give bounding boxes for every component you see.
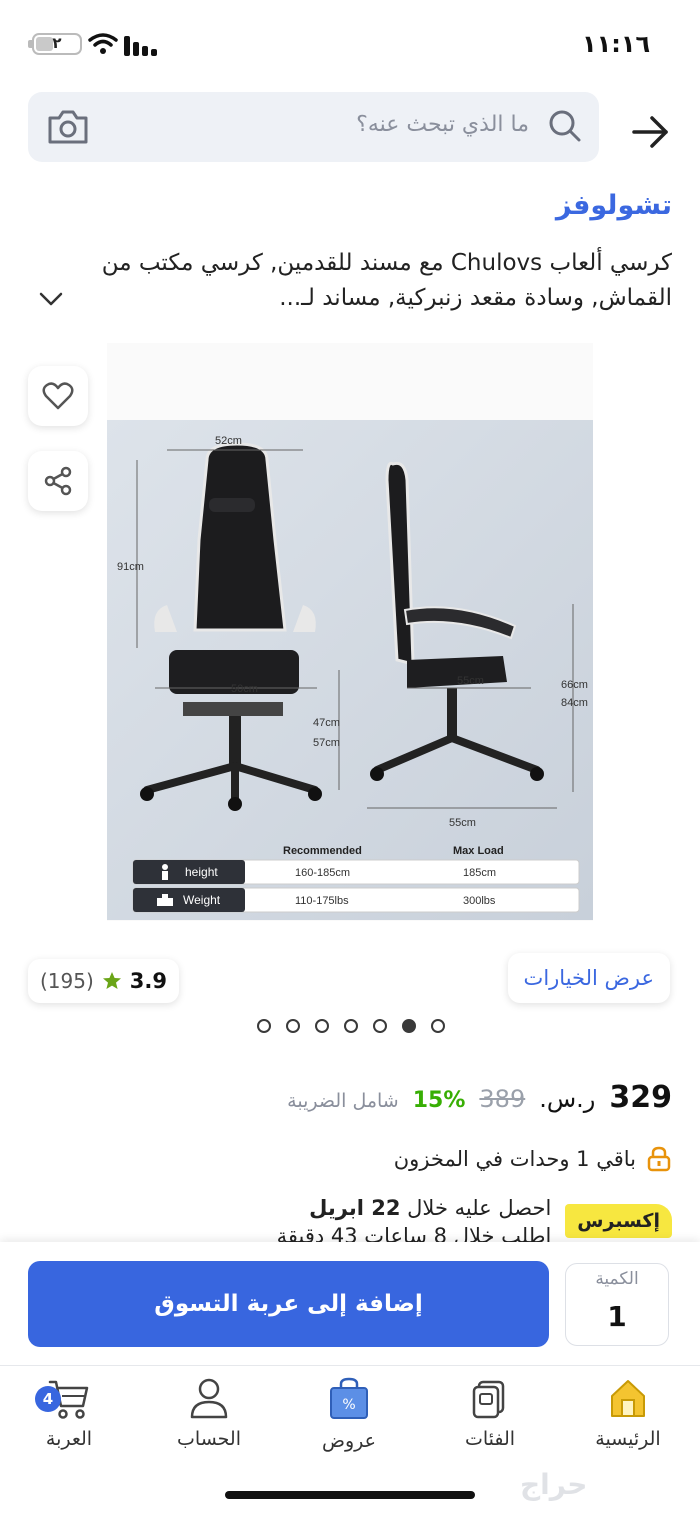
person-icon xyxy=(162,864,168,880)
dim-seat-height-top: 47cm xyxy=(313,717,340,729)
dim-total-height-top: 66cm xyxy=(561,679,588,691)
chair-side-illustration xyxy=(370,461,544,781)
gallery-dot[interactable] xyxy=(286,1019,300,1033)
heart-icon xyxy=(42,382,74,410)
tab-home[interactable]: الرئيسية xyxy=(568,1376,688,1450)
svg-text:%: % xyxy=(342,1397,355,1413)
dim-height-label: 91cm xyxy=(117,561,144,573)
discount-badge: 15% xyxy=(412,1088,466,1113)
currency: ر.س. xyxy=(539,1085,596,1113)
vat-note: شامل الضريبة xyxy=(287,1090,399,1112)
show-options-button[interactable]: عرض الخيارات xyxy=(507,953,670,1003)
chair-front-illustration xyxy=(140,442,322,811)
gallery-dot[interactable] xyxy=(431,1019,445,1033)
watermark: حراج xyxy=(520,1468,588,1501)
tab-account[interactable]: الحساب xyxy=(149,1376,269,1450)
tab-offers-label: عروض xyxy=(322,1430,376,1452)
chevron-down-icon[interactable] xyxy=(38,290,64,308)
spec-row1-label: height xyxy=(185,865,218,879)
search-bar[interactable]: ما الذي تبحث عنه؟ xyxy=(28,92,599,162)
price-row: 329 ر.س. 389 15% شامل الضريبة xyxy=(287,1080,672,1115)
spec-row1-max: 185cm xyxy=(463,867,496,879)
quantity-value: 1 xyxy=(607,1300,627,1333)
dim-side-depth-label: 55cm xyxy=(457,675,484,687)
search-input[interactable]: ما الذي تبحث عنه؟ xyxy=(356,112,529,137)
status-bar: ٢ ١١:١٦ xyxy=(0,0,700,88)
spec-header-max: Max Load xyxy=(453,845,504,857)
categories-icon xyxy=(472,1380,505,1419)
express-badge: إكسبرس xyxy=(565,1204,672,1238)
product-title: كرسي ألعاب Chulovs مع مسند للقدمين, كرسي… xyxy=(101,250,672,311)
search-icon xyxy=(549,110,581,142)
dim-base-label: 55cm xyxy=(449,817,476,829)
gallery-dot[interactable] xyxy=(257,1019,271,1033)
wifi-icon xyxy=(88,33,118,54)
cart-count-badge: 4 xyxy=(35,1386,61,1412)
share-icon xyxy=(44,466,72,496)
rating-count: (195) xyxy=(40,969,94,993)
dim-total-height-bottom: 84cm xyxy=(561,697,588,709)
spec-row1-recommended: 160-185cm xyxy=(295,867,350,879)
gallery-dot[interactable] xyxy=(373,1019,387,1033)
dim-width-label: 52cm xyxy=(215,435,242,447)
old-price: 389 xyxy=(479,1085,526,1113)
quantity-label: الكمية xyxy=(595,1269,639,1289)
battery-level: ٢ xyxy=(52,34,62,52)
spec-row2-max: 300lbs xyxy=(463,895,496,907)
dim-seat-height-bottom: 57cm xyxy=(313,737,340,749)
star-icon xyxy=(102,972,121,989)
dim-seat-width-label: 50cm xyxy=(231,683,258,695)
tab-categories-label: الفئات xyxy=(464,1428,516,1450)
tab-account-label: الحساب xyxy=(177,1428,241,1450)
share-button[interactable] xyxy=(28,451,88,511)
gallery-pagination[interactable] xyxy=(257,1019,445,1033)
home-icon xyxy=(611,1380,645,1417)
shopping-bag-icon: % xyxy=(330,1377,368,1419)
tab-categories[interactable]: الفئات xyxy=(430,1376,550,1450)
rating-badge[interactable]: (195) 3.9 xyxy=(28,959,179,1003)
home-indicator xyxy=(225,1491,475,1499)
camera-icon[interactable] xyxy=(46,108,90,146)
quantity-selector[interactable]: الكمية 1 xyxy=(565,1263,669,1346)
battery-icon: ٢ xyxy=(32,33,82,55)
lock-icon xyxy=(647,1146,671,1172)
back-arrow-icon[interactable] xyxy=(628,110,672,154)
gallery-dot[interactable] xyxy=(344,1019,358,1033)
tab-cart-label: العربة xyxy=(45,1428,93,1450)
status-time: ١١:١٦ xyxy=(582,30,651,58)
spec-header-recommended: Recommended xyxy=(283,845,362,857)
tab-offers[interactable]: % عروض xyxy=(289,1376,409,1452)
product-image[interactable]: 52cm 91cm 50cm 47cm 57cm 55cm 66cm 84cm … xyxy=(107,420,593,920)
favorite-button[interactable] xyxy=(28,366,88,426)
stock-text: باقي 1 وحدات في المخزون xyxy=(393,1147,636,1171)
rating-value: 3.9 xyxy=(129,969,167,993)
cart-panel: إضافة إلى عربة التسوق الكمية 1 xyxy=(0,1242,700,1365)
tab-home-label: الرئيسية xyxy=(595,1428,661,1450)
spec-row2-label: Weight xyxy=(183,893,221,907)
delivery-prefix: احصل عليه خلال xyxy=(407,1196,552,1220)
price: 329 xyxy=(609,1080,672,1115)
gallery-dot[interactable] xyxy=(402,1019,416,1033)
tab-cart[interactable]: العربة 4 xyxy=(9,1376,129,1450)
user-icon xyxy=(190,1378,228,1419)
signal-icon xyxy=(124,36,157,56)
brand-link[interactable]: تشولوفز xyxy=(556,190,672,221)
delivery-date: 22 ابريل xyxy=(309,1196,401,1220)
spec-row2-recommended: 110-175lbs xyxy=(295,895,349,907)
add-to-cart-button[interactable]: إضافة إلى عربة التسوق xyxy=(28,1261,549,1347)
stock-row: باقي 1 وحدات في المخزون xyxy=(394,1146,672,1172)
gallery-dot[interactable] xyxy=(315,1019,329,1033)
